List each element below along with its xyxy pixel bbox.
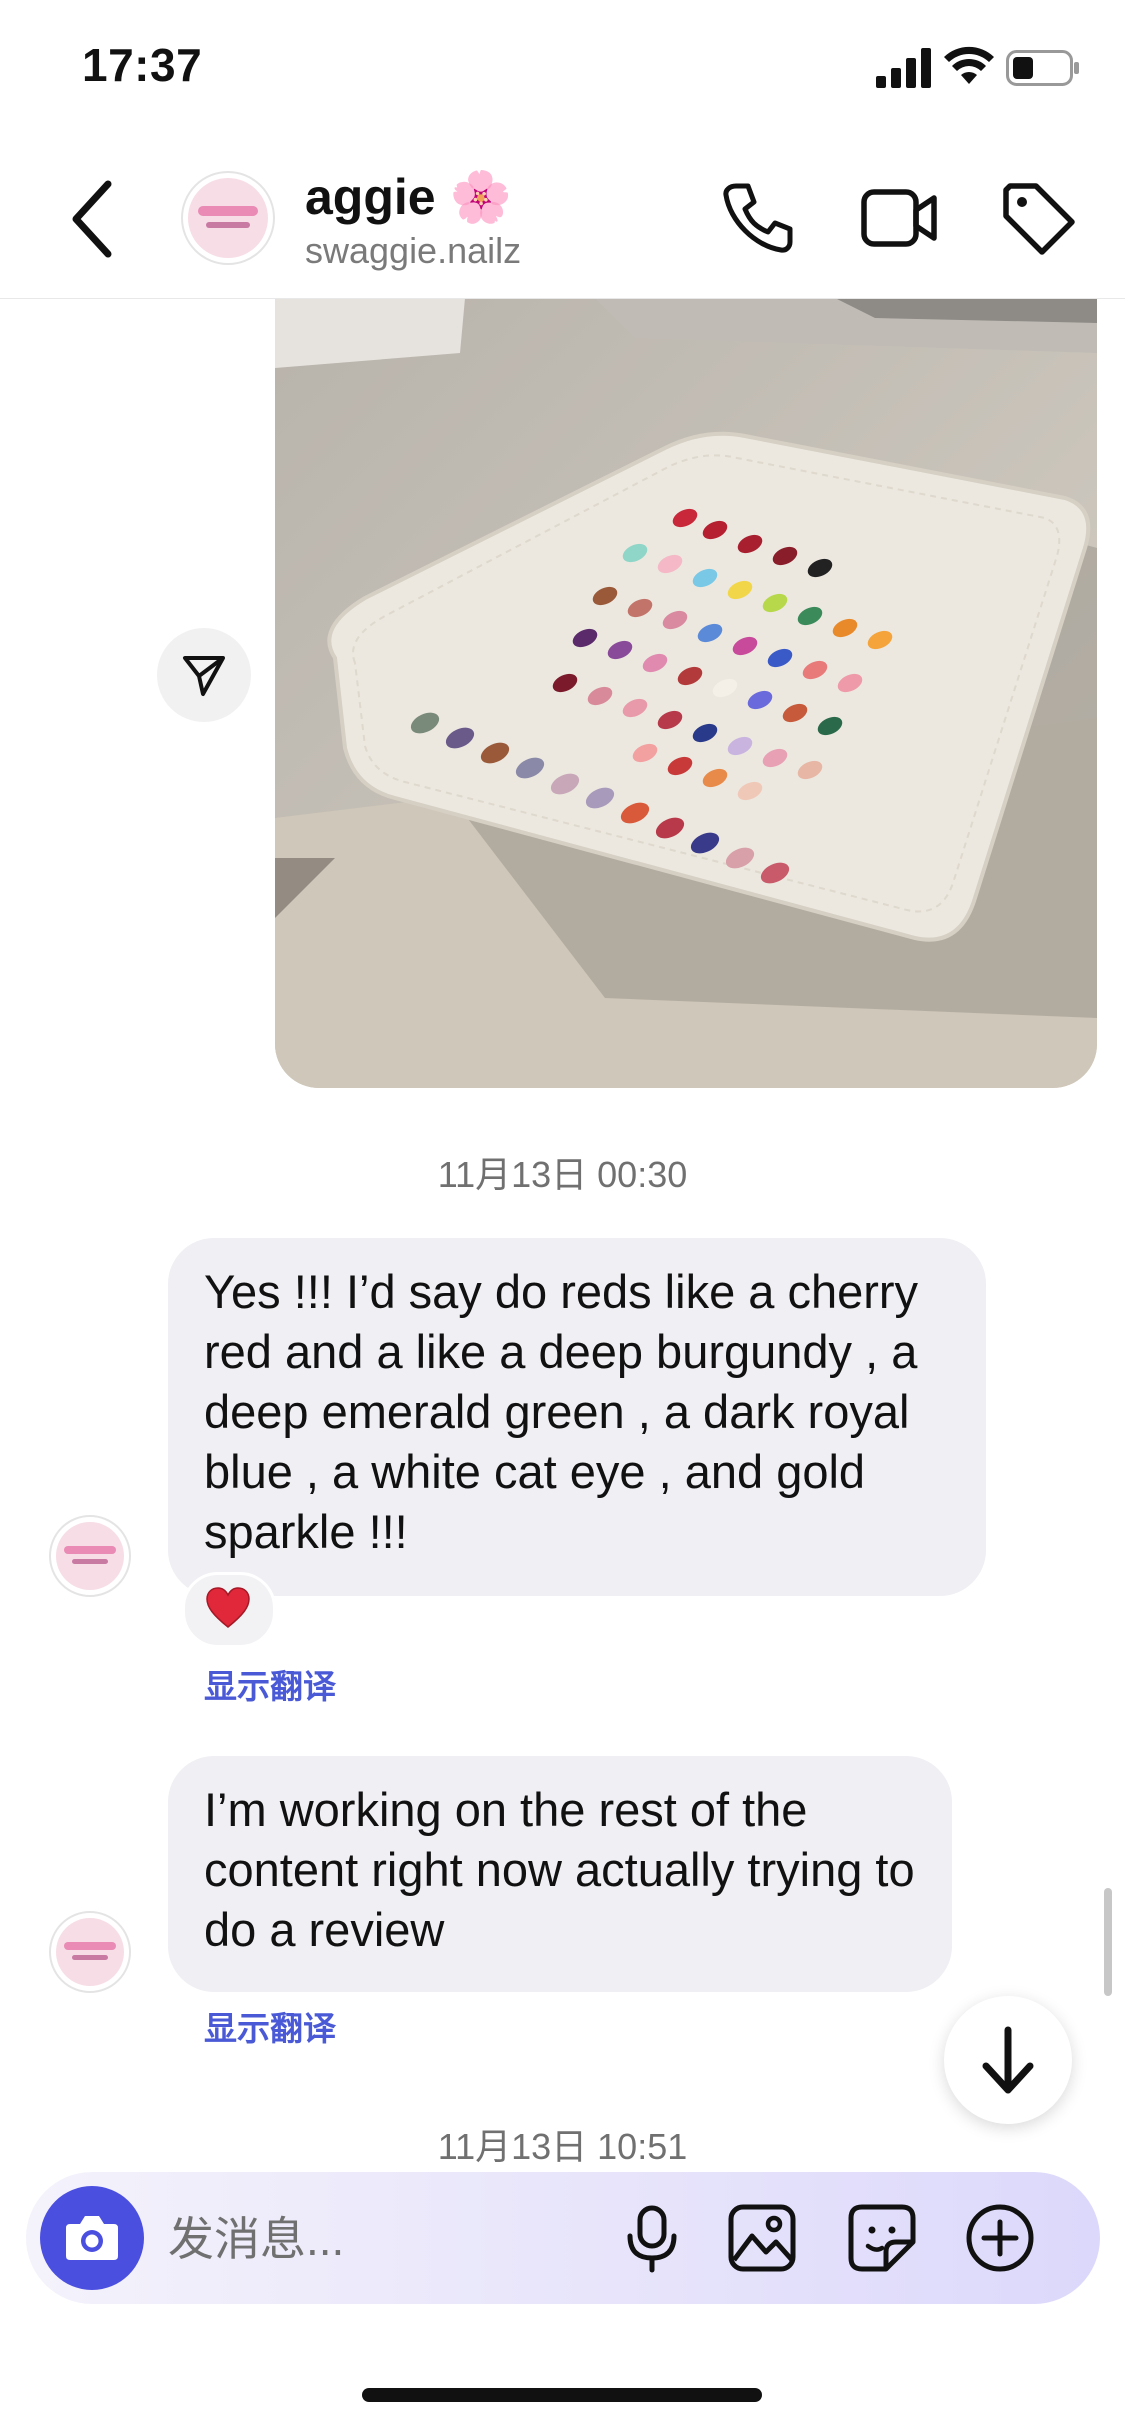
avatar[interactable] [180, 170, 276, 266]
scrollbar[interactable] [1104, 1888, 1112, 1996]
contact-username[interactable]: swaggie.nailz [305, 230, 521, 272]
arrow-down-icon [982, 2026, 1034, 2094]
status-time: 17:37 [82, 39, 203, 91]
show-translation-link[interactable]: 显示翻译 [204, 2002, 336, 2050]
timestamp: 11月13日 10:51 [437, 2126, 688, 2167]
message-bubble[interactable]: I’m working on the rest of the content r… [168, 1756, 952, 1992]
avatar[interactable] [48, 1910, 132, 1994]
image-icon[interactable] [726, 2202, 798, 2274]
wifi-icon [944, 46, 994, 84]
back-button[interactable] [60, 174, 130, 264]
battery-icon [1006, 50, 1079, 86]
cellular-signal-icon [876, 48, 931, 88]
camera-icon [66, 2216, 118, 2260]
microphone-icon[interactable] [616, 2202, 688, 2274]
timestamp: 11月13日 00:30 [437, 1154, 688, 1195]
plus-circle-icon[interactable] [964, 2202, 1036, 2274]
contact-name[interactable]: aggie 🌸 [305, 168, 512, 227]
sticker-icon[interactable] [846, 2202, 918, 2274]
home-indicator[interactable] [362, 2388, 762, 2402]
message-input[interactable] [166, 2202, 610, 2276]
chat-header: aggie 🌸 swaggie.nailz [0, 140, 1125, 299]
avatar[interactable] [48, 1514, 132, 1598]
message-bubble[interactable]: Yes !!! I’d say do reds like a cherry re… [168, 1238, 986, 1596]
reaction-badge[interactable] [182, 1572, 276, 1648]
paper-plane-icon [183, 656, 225, 696]
heart-icon [206, 1587, 250, 1628]
photo-nail-swatch-board [275, 298, 1097, 1088]
share-button[interactable] [157, 628, 251, 722]
phone-icon[interactable] [720, 180, 796, 256]
shared-photo[interactable] [275, 298, 1097, 1088]
message-composer [26, 2172, 1100, 2304]
video-camera-icon[interactable] [860, 182, 940, 254]
scroll-to-bottom-button[interactable] [944, 1996, 1072, 2124]
camera-button[interactable] [40, 2186, 144, 2290]
tag-icon[interactable] [1000, 180, 1076, 256]
status-bar: 17:37 [0, 0, 1125, 140]
show-translation-link[interactable]: 显示翻译 [204, 1660, 336, 1708]
